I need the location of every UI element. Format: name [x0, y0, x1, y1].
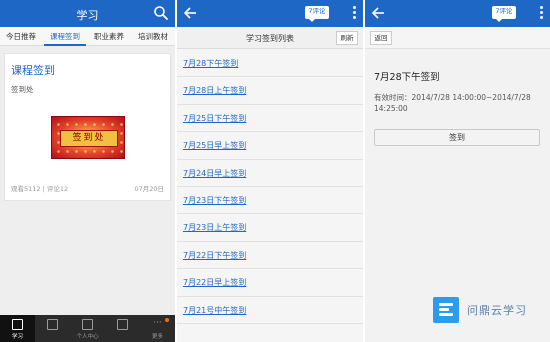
more-dots-icon: ···	[153, 318, 162, 328]
edit-icon	[117, 319, 128, 330]
signin-link[interactable]: 7月28下午签到	[183, 58, 238, 69]
back-button[interactable]: 返回	[370, 31, 392, 45]
nav-item-4[interactable]	[105, 315, 140, 342]
nav-more[interactable]: ··· 更多	[140, 315, 175, 342]
signin-list: 7月28下午签到 7月28日上午签到 7月25日下午签到 7月25日早上签到 7…	[177, 50, 363, 324]
signin-link[interactable]: 7月24日早上签到	[183, 168, 246, 179]
document-icon	[47, 319, 58, 330]
top-app-bar: 学习	[0, 0, 175, 27]
category-tabs: 今日推荐 课程签到 职业素养 培训教材	[0, 27, 175, 46]
list-item[interactable]: 7月23日上午签到	[177, 214, 363, 242]
list-item[interactable]: 7月25日下午签到	[177, 105, 363, 133]
back-arrow-icon[interactable]	[182, 5, 198, 21]
wendingyun-logo-icon	[433, 297, 459, 323]
nav-item-2[interactable]	[35, 315, 70, 342]
overflow-menu-icon[interactable]	[538, 4, 544, 22]
list-item[interactable]: 7月24日早上签到	[177, 160, 363, 187]
nav-label: 个人中心	[76, 334, 99, 340]
watermark-text: 问鼎云学习	[467, 304, 527, 317]
nav-learning[interactable]: 学习	[0, 315, 35, 342]
signin-title: 7月28下午签到	[374, 72, 440, 83]
signin-list-screen: 7评论 学习签到列表 刷新 7月28下午签到 7月28日上午签到 7月25日下午…	[177, 0, 363, 342]
list-item[interactable]: 7月22日早上签到	[177, 269, 363, 297]
tab-course-signin[interactable]: 课程签到	[44, 27, 86, 46]
valid-time: 有效时间：2014/7/28 14:00:00~2014/7/28 14:25:…	[374, 93, 531, 113]
comment-count-badge[interactable]: 7评论	[492, 6, 516, 22]
comment-count-badge[interactable]: 7评论	[305, 6, 329, 22]
nav-label: 学习	[11, 334, 23, 340]
overflow-menu-icon[interactable]	[351, 4, 357, 22]
tab-today[interactable]: 今日推荐	[0, 27, 42, 46]
refresh-button[interactable]: 刷新	[336, 31, 358, 45]
search-icon[interactable]	[153, 5, 169, 21]
card-meta: 观看5112 | 评论12	[11, 185, 69, 193]
signin-banner-image: 签到处	[51, 116, 125, 159]
signin-link[interactable]: 7月28日上午签到	[183, 85, 246, 96]
detail-header: 返回	[365, 27, 550, 49]
signin-link[interactable]: 7月25日下午签到	[183, 113, 246, 124]
nav-profile[interactable]: 个人中心	[70, 315, 105, 342]
signin-link[interactable]: 7月25日早上签到	[183, 140, 246, 151]
banner-text: 签到处	[60, 130, 118, 147]
nav-label: 更多	[151, 334, 163, 340]
list-item[interactable]: 7月21号中午签到	[177, 297, 363, 324]
list-item[interactable]: 7月22日下午签到	[177, 242, 363, 270]
card-date: 07月20日	[134, 185, 164, 193]
tab-professional[interactable]: 职业素养	[88, 27, 130, 46]
signin-link[interactable]: 7月23日上午签到	[183, 222, 246, 233]
user-icon	[82, 319, 93, 330]
back-arrow-icon[interactable]	[370, 5, 386, 21]
list-item[interactable]: 7月23日下午签到	[177, 187, 363, 215]
top-app-bar: 7评论	[177, 0, 363, 27]
top-app-bar: 7评论	[365, 0, 550, 27]
list-item[interactable]: 7月28下午签到	[177, 50, 363, 78]
course-card[interactable]: 课程签到 签到处 签到处 观看5112 | 评论12 07月20日	[4, 53, 171, 201]
card-subtitle: 签到处	[11, 85, 34, 94]
signin-detail-screen: 7评论 返回 7月28下午签到 有效时间：2014/7/28 14:00:00~…	[365, 0, 550, 342]
signin-link[interactable]: 7月22日早上签到	[183, 277, 246, 288]
watermark: 问鼎云学习	[433, 297, 548, 325]
signin-button[interactable]: 签到	[374, 129, 540, 146]
book-icon	[12, 319, 23, 330]
learning-home-screen: 学习 今日推荐 课程签到 职业素养 培训教材 课程签到 签到处 签到处 观看51…	[0, 0, 175, 342]
notification-dot	[165, 318, 169, 322]
list-item[interactable]: 7月25日早上签到	[177, 132, 363, 160]
signin-link[interactable]: 7月23日下午签到	[183, 195, 246, 206]
signin-link[interactable]: 7月22日下午签到	[183, 250, 246, 261]
signin-link[interactable]: 7月21号中午签到	[183, 305, 246, 316]
bottom-navigation: 学习 个人中心 ··· 更多	[0, 315, 175, 342]
list-item[interactable]: 7月28日上午签到	[177, 77, 363, 105]
list-header: 学习签到列表 刷新	[177, 27, 363, 49]
tab-training-materials[interactable]: 培训教材	[132, 27, 174, 46]
card-title: 课程签到	[11, 64, 55, 77]
app-title: 学习	[76, 9, 99, 22]
